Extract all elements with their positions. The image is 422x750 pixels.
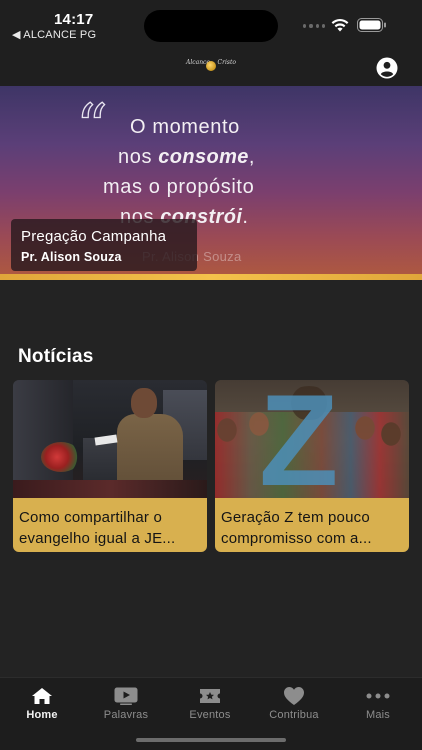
quote-line-2-plain: nos bbox=[118, 146, 159, 168]
tab-contribua[interactable]: Contribua bbox=[252, 678, 336, 728]
news-card-caption: Como compartilhar o evangelho igual a JE… bbox=[13, 498, 207, 552]
news-card[interactable]: Z Geração Z tem pouco compromisso com a.… bbox=[215, 380, 409, 552]
quote-line-2: nos consome, bbox=[118, 146, 255, 169]
news-card-image: Z bbox=[215, 380, 409, 498]
quote-mark-icon: “ bbox=[75, 90, 108, 163]
quote-line-2-end: , bbox=[248, 146, 255, 168]
tab-eventos[interactable]: Eventos bbox=[168, 678, 252, 728]
tab-contribua-label: Contribua bbox=[269, 709, 319, 721]
video-play-icon bbox=[114, 686, 138, 706]
quote-line-1: O momento bbox=[130, 116, 240, 138]
tab-mais[interactable]: Mais bbox=[336, 678, 420, 728]
news-card-title-line-2: evangelho igual a JE... bbox=[19, 530, 176, 547]
tab-eventos-label: Eventos bbox=[189, 709, 231, 721]
tab-palavras-label: Palavras bbox=[103, 709, 149, 721]
news-card-image bbox=[13, 380, 207, 498]
more-dots-icon bbox=[366, 686, 390, 706]
heart-icon bbox=[282, 686, 306, 706]
news-card-title-line-1: Como compartilhar o bbox=[19, 509, 163, 526]
news-section-title: Notícias bbox=[18, 346, 94, 367]
quote-line-3: mas o propósito bbox=[103, 176, 255, 198]
tab-mais-label: Mais bbox=[365, 709, 391, 721]
banner-caption-subtitle: Pr. Alison Souza bbox=[21, 250, 122, 264]
logo-mark-icon bbox=[206, 61, 216, 71]
banner-caption-title: Pregação Campanha bbox=[21, 228, 167, 245]
banner-caption[interactable]: Pregação Campanha Pr. Alison Souza bbox=[11, 219, 197, 271]
wifi-icon bbox=[331, 18, 349, 32]
tab-home[interactable]: Home bbox=[0, 678, 84, 728]
quote-line-2-bold: consome bbox=[158, 146, 249, 168]
tab-home-label: Home bbox=[26, 709, 58, 721]
battery-icon bbox=[357, 18, 386, 32]
status-time: 14:17 bbox=[54, 11, 94, 28]
news-card[interactable]: Como compartilhar o evangelho igual a JE… bbox=[13, 380, 207, 552]
home-indicator[interactable] bbox=[136, 738, 286, 742]
status-bar: 14:17 ◀ ALCANCE PG bbox=[0, 0, 422, 50]
news-card-title-line-2: compromisso com a... bbox=[221, 530, 372, 547]
app-header: Alcance Cristo bbox=[0, 50, 422, 86]
home-icon bbox=[30, 686, 54, 706]
ticket-icon bbox=[198, 686, 222, 706]
dynamic-island bbox=[144, 10, 278, 42]
user-circle-icon[interactable] bbox=[376, 57, 398, 79]
news-card-caption: Geração Z tem pouco compromisso com a... bbox=[215, 498, 409, 552]
banner-accent-line bbox=[0, 274, 422, 280]
quote-line-4-end: . bbox=[242, 206, 249, 228]
app-logo: Alcance Cristo bbox=[186, 56, 236, 78]
tab-palavras[interactable]: Palavras bbox=[84, 678, 168, 728]
back-to-app-link[interactable]: ◀ ALCANCE PG bbox=[12, 28, 96, 41]
logo-text-right: Cristo bbox=[217, 59, 236, 66]
news-card-title-line-1: Geração Z tem pouco bbox=[221, 509, 370, 526]
cellular-signal-icon bbox=[303, 24, 325, 30]
